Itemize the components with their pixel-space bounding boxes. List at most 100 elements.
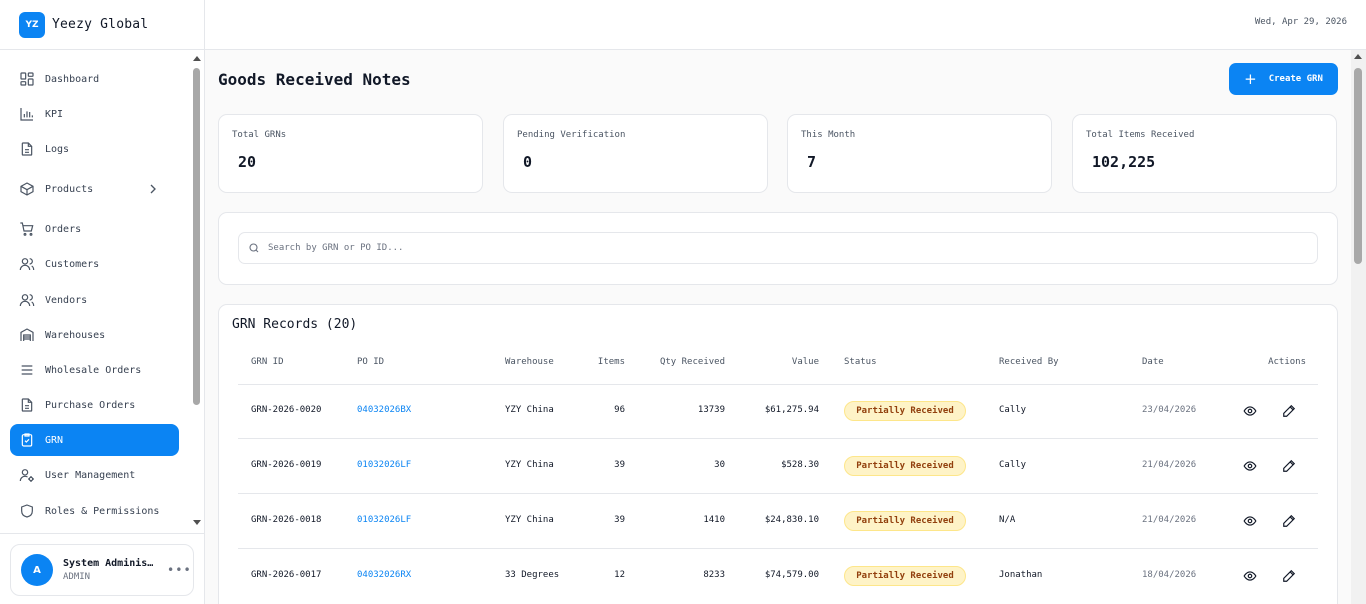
user-name: System Adminis…	[63, 558, 154, 569]
main-scrollbar-thumb[interactable]	[1354, 68, 1362, 264]
main-scroll-up-arrow-icon[interactable]	[1354, 54, 1362, 59]
sidebar-item-label: Dashboard	[45, 73, 100, 85]
cell-date: 18/04/2026	[1142, 570, 1197, 580]
column-header-received-by[interactable]: Received By	[999, 357, 1059, 367]
sidebar-item-label: Logs	[45, 143, 70, 155]
more-options-icon[interactable]: •••	[167, 563, 192, 577]
edit-pencil-icon[interactable]	[1282, 514, 1296, 528]
sidebar-item-purchase-orders[interactable]: Purchase Orders	[10, 389, 179, 421]
search-box[interactable]	[238, 232, 1318, 264]
topbar: Wed, Apr 29, 2026	[205, 0, 1366, 50]
column-header-qty-received[interactable]: Qty Received	[660, 357, 725, 367]
sidebar: YZ Yeezy Global Dashboard KPI Logs Produ…	[0, 0, 205, 604]
edit-pencil-icon[interactable]	[1282, 569, 1296, 583]
cell-po-id-link[interactable]: 04032026BX	[357, 405, 411, 415]
column-header-status[interactable]: Status	[844, 357, 877, 367]
cell-qty-received: 30	[714, 460, 725, 470]
cell-grn-id: GRN-2026-0019	[251, 460, 322, 470]
cell-value: $74,579.00	[764, 570, 819, 580]
stat-label: Pending Verification	[517, 130, 626, 140]
chevron-right-icon[interactable]	[145, 181, 161, 197]
avatar: A	[21, 554, 53, 586]
stat-label: This Month	[801, 130, 856, 140]
sidebar-item-user-management[interactable]: User Management	[10, 459, 179, 491]
stat-value: 7	[807, 153, 817, 171]
brand-name: Yeezy Global	[52, 17, 149, 32]
sidebar-item-dashboard[interactable]: Dashboard	[10, 63, 179, 95]
cell-qty-received: 8233	[703, 570, 725, 580]
cell-qty-received: 1410	[703, 515, 725, 525]
sidebar-item-logs[interactable]: Logs	[10, 133, 179, 165]
clipboard-check-icon	[21, 433, 33, 447]
cell-qty-received: 13739	[697, 405, 725, 415]
stat-value: 102,225	[1092, 153, 1156, 171]
scroll-up-arrow-icon[interactable]	[193, 56, 201, 61]
sidebar-item-roles-permissions[interactable]: Roles & Permissions	[10, 495, 179, 527]
search-icon	[249, 243, 259, 253]
column-header-date[interactable]: Date	[1142, 357, 1164, 367]
sidebar-item-customers[interactable]: Customers	[10, 248, 179, 280]
sidebar-item-grn[interactable]: GRN	[10, 424, 179, 456]
eye-icon[interactable]	[1243, 459, 1257, 473]
column-header-po-id[interactable]: PO ID	[357, 357, 384, 367]
cell-date: 21/04/2026	[1142, 460, 1197, 470]
main-content: Goods Received Notes + Create GRN Total …	[205, 50, 1351, 604]
table-row[interactable]: GRN-2026-0017 04032026RX 33 Degrees 12 8…	[238, 549, 1318, 604]
column-header-grn-id[interactable]: GRN ID	[251, 357, 284, 367]
column-header-warehouse[interactable]: Warehouse	[505, 357, 554, 367]
eye-icon[interactable]	[1243, 514, 1257, 528]
sidebar-item-label: GRN	[45, 434, 64, 446]
cell-items: 96	[614, 405, 625, 415]
column-header-items[interactable]: Items	[598, 357, 625, 367]
sidebar-item-label: Products	[45, 183, 94, 195]
cell-received-by: Jonathan	[999, 570, 1043, 580]
cell-po-id-link[interactable]: 04032026RX	[357, 570, 411, 580]
shield-icon	[21, 504, 33, 518]
cell-grn-id: GRN-2026-0018	[251, 515, 322, 525]
status-badge: Partially Received	[844, 456, 966, 476]
status-badge: Partially Received	[844, 511, 966, 531]
sidebar-item-label: Roles & Permissions	[45, 505, 160, 517]
eye-icon[interactable]	[1243, 569, 1257, 583]
sidebar-item-label: KPI	[45, 108, 64, 120]
stat-card-pending-verification: Pending Verification 0	[503, 114, 768, 193]
table-row[interactable]: GRN-2026-0020 04032026BX YZY China 96 13…	[238, 384, 1318, 439]
user-profile-card[interactable]: A System Adminis… ADMIN •••	[10, 544, 194, 596]
sidebar-item-products[interactable]: Products	[10, 173, 179, 205]
scroll-down-arrow-icon[interactable]	[193, 520, 201, 525]
cell-warehouse: 33 Degrees	[505, 570, 560, 580]
edit-pencil-icon[interactable]	[1282, 459, 1296, 473]
cell-grn-id: GRN-2026-0020	[251, 405, 322, 415]
user-cog-icon	[19, 469, 34, 482]
cell-po-id-link[interactable]: 01032026LF	[357, 460, 411, 470]
sidebar-item-orders[interactable]: Orders	[10, 213, 179, 245]
sidebar-item-wholesale-orders[interactable]: Wholesale Orders	[10, 354, 179, 386]
sidebar-item-vendors[interactable]: Vendors	[10, 284, 179, 316]
page-title: Goods Received Notes	[218, 70, 411, 89]
cell-date: 23/04/2026	[1142, 405, 1197, 415]
eye-icon[interactable]	[1243, 404, 1257, 418]
sidebar-scrollbar-thumb[interactable]	[193, 68, 200, 405]
search-input[interactable]	[268, 243, 1268, 253]
sidebar-item-label: Wholesale Orders	[45, 364, 142, 376]
create-grn-button[interactable]: + Create GRN	[1229, 63, 1338, 95]
status-badge: Partially Received	[844, 401, 966, 421]
create-grn-label: Create GRN	[1268, 74, 1323, 84]
cell-warehouse: YZY China	[505, 460, 554, 470]
document-icon	[21, 398, 33, 412]
brand-logo: YZ	[19, 11, 45, 38]
cell-received-by: N/A	[999, 515, 1016, 525]
package-icon	[20, 182, 34, 196]
edit-pencil-icon[interactable]	[1282, 404, 1296, 418]
table-row[interactable]: GRN-2026-0018 01032026LF YZY China 39 14…	[238, 494, 1318, 549]
sidebar-item-kpi[interactable]: KPI	[10, 98, 179, 130]
brand[interactable]: YZ Yeezy Global	[0, 0, 204, 50]
sidebar-item-warehouses[interactable]: Warehouses	[10, 319, 179, 351]
grid-icon	[20, 72, 34, 86]
users-icon	[19, 258, 35, 271]
records-title: GRN Records (20)	[232, 317, 358, 332]
column-header-value[interactable]: Value	[792, 357, 819, 367]
cell-po-id-link[interactable]: 01032026LF	[357, 515, 411, 525]
user-area: A System Adminis… ADMIN •••	[0, 533, 204, 604]
table-row[interactable]: GRN-2026-0019 01032026LF YZY China 39 30…	[238, 439, 1318, 494]
